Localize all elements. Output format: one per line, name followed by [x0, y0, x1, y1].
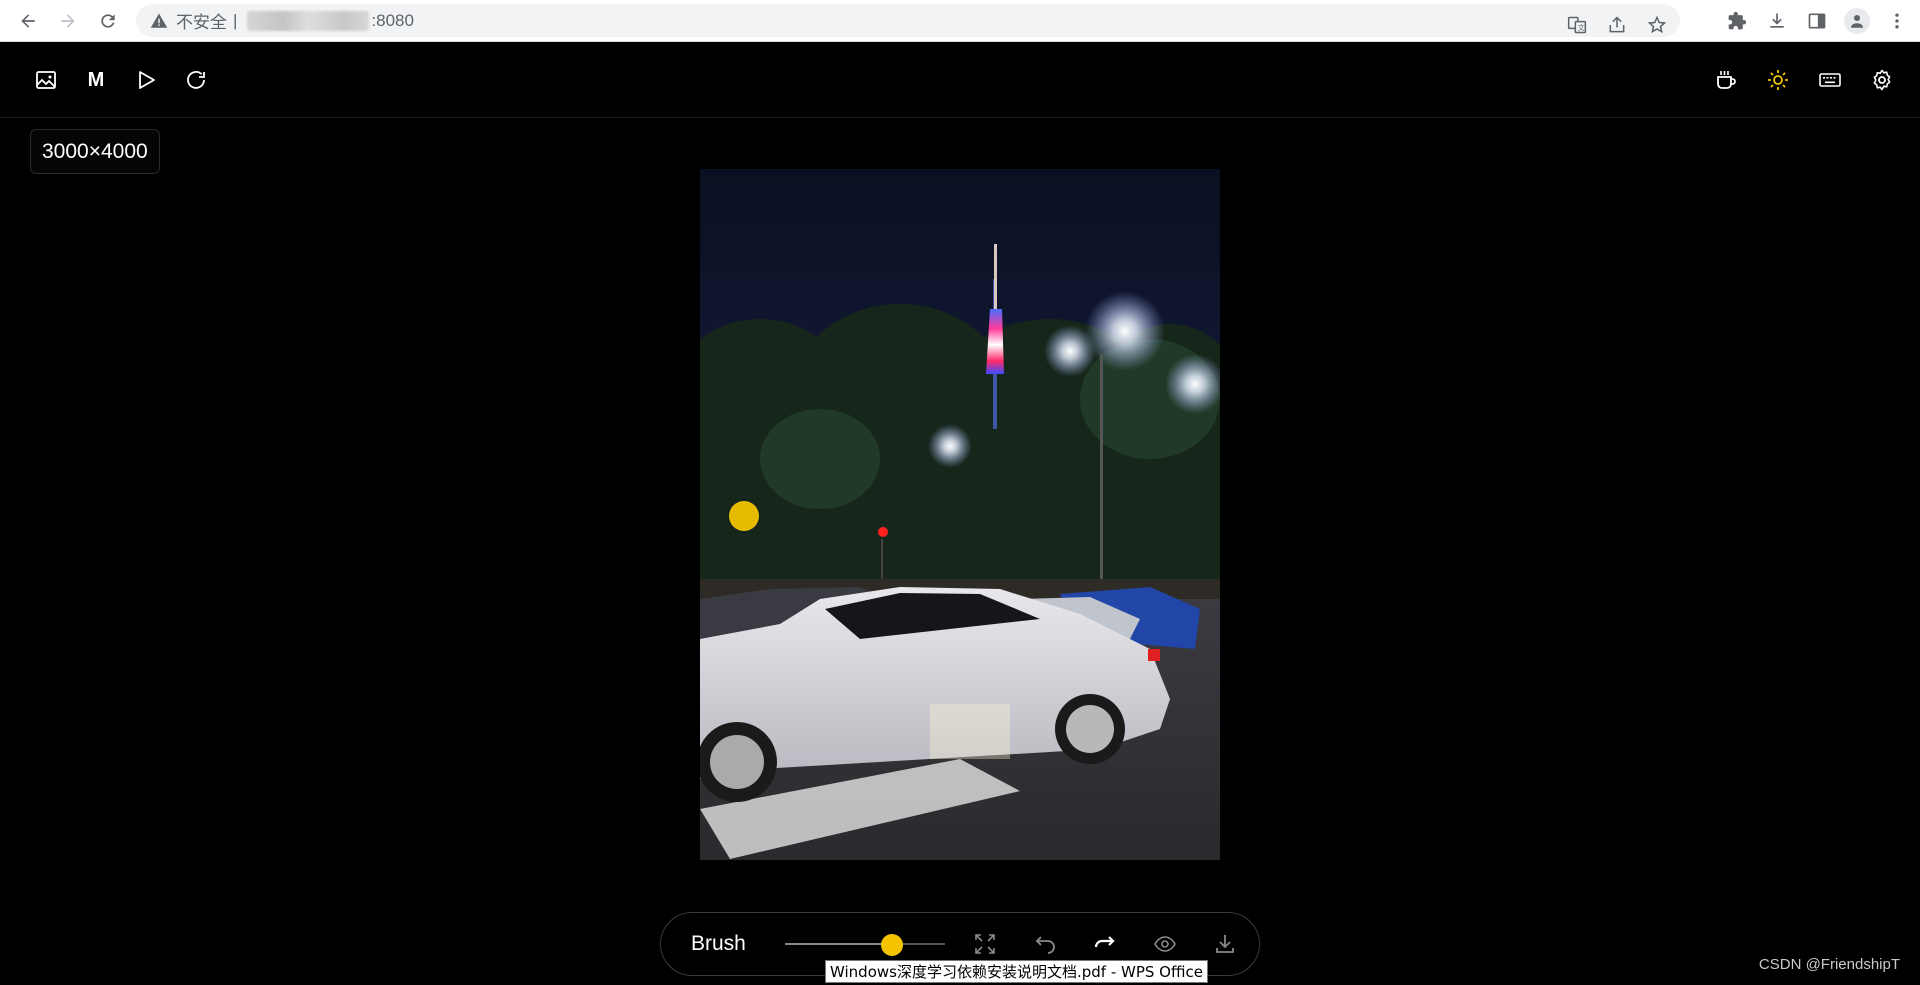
reload-icon [101, 13, 115, 28]
keyboard-icon [1819, 73, 1841, 87]
download-icon [1770, 13, 1784, 28]
translate-icon: 文 [1567, 16, 1587, 33]
download-icon [1216, 935, 1234, 953]
taskbar-tooltip: Windows深度学习依赖安装说明文档.pdf - WPS Office [825, 960, 1208, 983]
redacted-host [247, 10, 370, 31]
redo-button[interactable] [1085, 924, 1125, 964]
play-icon [139, 71, 155, 89]
mask-button[interactable]: M [78, 62, 114, 98]
eye-icon [1154, 936, 1176, 952]
reset-button[interactable] [178, 62, 214, 98]
gear-icon [1873, 69, 1891, 91]
svg-text:文: 文 [1578, 23, 1585, 32]
sun-icon [1768, 70, 1788, 90]
slider-thumb[interactable] [881, 934, 904, 956]
refresh-icon [187, 71, 205, 89]
undo-button[interactable] [1025, 924, 1065, 964]
url-separator: | [233, 10, 238, 30]
brush-size-slider[interactable] [785, 934, 945, 956]
open-image-button[interactable] [28, 62, 64, 98]
redo-icon [1094, 936, 1115, 948]
arrow-left-icon [21, 13, 35, 28]
star-icon [1647, 15, 1667, 33]
coffee-button[interactable] [1708, 62, 1744, 98]
avatar [1844, 8, 1870, 34]
coffee-icon [1717, 71, 1736, 89]
preview-button[interactable] [1145, 924, 1185, 964]
watermark: CSDN @FriendshipT [1758, 956, 1900, 973]
undo-icon [1035, 936, 1055, 954]
expand-icon [975, 934, 995, 954]
extensions-button[interactable] [1720, 4, 1754, 38]
bookmark-button[interactable] [1642, 10, 1672, 40]
app-header: M [0, 42, 1920, 118]
more-vert-icon [1895, 13, 1899, 29]
brush-cursor [729, 501, 759, 531]
image-size-badge: 3000×4000 [30, 129, 160, 174]
warning-icon [150, 13, 168, 28]
forward-button[interactable] [48, 1, 88, 41]
share-icon [1609, 15, 1625, 32]
browser-actions [1720, 0, 1920, 42]
url-port: :8080 [371, 10, 414, 30]
address-bar[interactable]: 不安全 | :8080 文 [136, 4, 1680, 37]
image-canvas[interactable] [700, 169, 1220, 860]
browser-toolbar: 不安全 | :8080 文 [0, 0, 1920, 42]
fit-view-button[interactable] [965, 924, 1005, 964]
header-right-tools [1708, 62, 1900, 98]
address-bar-actions: 文 [1562, 8, 1680, 41]
person-icon [1851, 15, 1863, 28]
back-button[interactable] [8, 1, 48, 41]
shortcuts-button[interactable] [1812, 62, 1848, 98]
share-button[interactable] [1602, 10, 1632, 40]
theme-toggle-button[interactable] [1760, 62, 1796, 98]
reload-button[interactable] [88, 1, 128, 41]
side-panel-button[interactable] [1800, 4, 1834, 38]
downloads-button[interactable] [1760, 4, 1794, 38]
download-result-button[interactable] [1205, 924, 1245, 964]
header-left-tools: M [28, 62, 214, 98]
translate-button[interactable]: 文 [1562, 10, 1592, 40]
arrow-right-icon [61, 13, 75, 28]
insecure-label: 不安全 [176, 13, 227, 33]
image-icon [36, 71, 56, 89]
menu-button[interactable] [1880, 4, 1914, 38]
night-street-photo [700, 169, 1220, 860]
side-panel-icon [1808, 13, 1826, 29]
profile-button[interactable] [1840, 4, 1874, 38]
slider-fill [785, 943, 893, 945]
run-button[interactable] [128, 62, 164, 98]
puzzle-icon [1728, 11, 1747, 30]
brush-label: Brush [691, 932, 746, 955]
settings-button[interactable] [1864, 62, 1900, 98]
